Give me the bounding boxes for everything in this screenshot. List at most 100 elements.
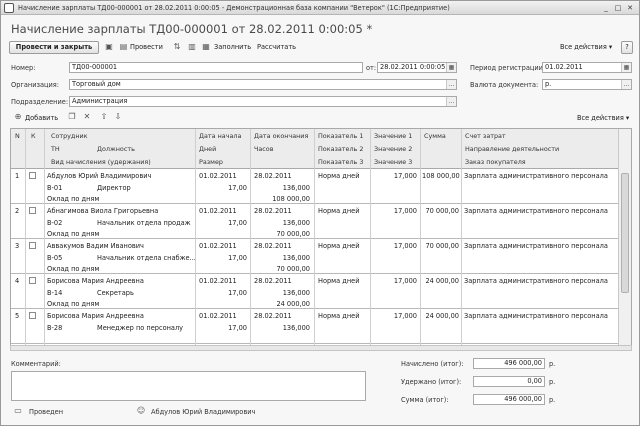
select-icon[interactable]: … — [621, 80, 631, 89]
accrual-type: Оклад по дням — [47, 265, 100, 273]
cost-account: Зарплата административного персонала — [464, 277, 608, 285]
period-label: Период регистрации: — [470, 64, 546, 72]
indicator-1: Норма дней — [318, 207, 360, 215]
department-field[interactable]: Администрация… — [69, 96, 457, 107]
header-direction[interactable]: Направление деятельности — [465, 145, 559, 153]
column-divider — [250, 129, 251, 348]
move-up-icon[interactable]: ⇧ — [99, 112, 109, 122]
header-tn[interactable]: ТН — [51, 145, 60, 153]
currency-unit: р. — [549, 360, 556, 368]
post-button[interactable]: Провести — [130, 43, 163, 51]
header-size[interactable]: Размер — [199, 158, 223, 166]
accrual-sum: 24 000,00 — [425, 277, 459, 285]
date-field[interactable]: 28.02.2011 0:00:05 ▦ — [377, 62, 457, 73]
horizontal-scrollbar[interactable] — [10, 345, 632, 351]
status-bar: ▭ Проведен ☺ Абдулов Юрий Владимирович — [1, 402, 639, 424]
organization-field[interactable]: Торговый дом… — [69, 79, 457, 90]
calendar-icon[interactable]: ▦ — [621, 63, 631, 72]
accrual-sum: 24 000,00 — [425, 312, 459, 320]
header-date-end[interactable]: Дата окончания — [254, 132, 308, 140]
header-value-1[interactable]: Значение 1 — [374, 132, 412, 140]
header-sum[interactable]: Сумма — [424, 132, 446, 140]
hours-worked: 136,000 — [282, 219, 310, 227]
row-checkbox[interactable] — [29, 277, 36, 284]
calculate-button[interactable]: Рассчитать — [257, 43, 296, 51]
fill-button[interactable]: Заполнить — [214, 43, 251, 51]
accrual-sum: 108 000,00 — [422, 172, 460, 180]
header-accrual-type[interactable]: Вид начисления (удержания) — [51, 158, 151, 166]
header-value-3[interactable]: Значение 3 — [374, 158, 412, 166]
accrued-total-value: 496 000,00 — [504, 359, 542, 367]
row-number: 2 — [15, 207, 20, 215]
row-checkbox[interactable] — [29, 312, 36, 319]
save-icon[interactable]: ▣ — [104, 42, 114, 52]
row-number: 3 — [15, 242, 20, 250]
employee-name: Борисова Мария Андреевна — [47, 277, 144, 285]
header-account[interactable]: Счет затрат — [465, 132, 506, 140]
currency-field[interactable]: р.… — [542, 79, 632, 90]
fill-icon[interactable]: ▦ — [201, 42, 211, 52]
posting-status: Проведен — [29, 408, 64, 416]
cost-account: Зарплата административного персонала — [464, 312, 608, 320]
table-all-actions-menu[interactable]: Все действия ▾ — [577, 114, 629, 122]
employee-position: Начальник отдела продаж — [97, 219, 191, 227]
employee-position: Менеджер по персоналу — [97, 324, 184, 332]
column-divider — [25, 129, 26, 348]
header-indicator-2[interactable]: Показатель 2 — [318, 145, 363, 153]
accrual-size: 108 000,00 — [272, 195, 310, 203]
number-field[interactable]: ТД00-000001 — [69, 62, 363, 73]
currency-label: Валюта документа: — [470, 81, 539, 89]
move-down-icon[interactable]: ⇩ — [113, 112, 123, 122]
copy-icon[interactable]: ❐ — [67, 112, 77, 122]
accrual-size: 24 000,00 — [276, 300, 310, 308]
maximize-icon[interactable]: □ — [613, 3, 623, 13]
calendar-icon[interactable]: ▦ — [446, 63, 456, 72]
window-title: Начисление зарплаты ТД00-000001 от 28.02… — [18, 4, 450, 12]
organization-label: Организация: — [11, 81, 59, 89]
select-icon[interactable]: … — [446, 97, 456, 106]
header-n: N — [15, 132, 20, 140]
header-customer-order[interactable]: Заказ покупателя — [465, 158, 526, 166]
value-1: 17,000 — [393, 312, 417, 320]
close-icon[interactable]: ✕ — [625, 3, 635, 13]
header-employee[interactable]: Сотрудник — [51, 132, 88, 140]
date-start: 01.02.2011 — [199, 312, 237, 320]
delete-icon[interactable]: ✕ — [82, 112, 92, 122]
indicator-1: Норма дней — [318, 277, 360, 285]
print-icon[interactable]: ▥ — [187, 42, 197, 52]
add-icon[interactable]: ⊕ — [13, 112, 23, 122]
days-worked: 17,00 — [228, 254, 247, 262]
movements-icon[interactable]: ⇅ — [171, 42, 183, 52]
comment-field[interactable] — [11, 371, 366, 401]
employee-tn: В-02 — [47, 219, 63, 227]
help-button[interactable]: ? — [621, 41, 633, 54]
header-date-start[interactable]: Дата начала — [199, 132, 241, 140]
header-days[interactable]: Дней — [199, 145, 216, 153]
period-field[interactable]: 01.02.2011 ▦ — [542, 62, 632, 73]
add-row-button[interactable]: Добавить — [25, 114, 58, 122]
date-end: 28.02.2011 — [254, 172, 292, 180]
row-checkbox[interactable] — [29, 242, 36, 249]
header-position[interactable]: Должность — [97, 145, 135, 153]
value-1: 17,000 — [393, 172, 417, 180]
header-hours[interactable]: Часов — [254, 145, 274, 153]
minimize-icon[interactable]: _ — [601, 3, 611, 13]
post-and-close-button[interactable]: Провести и закрыть — [9, 41, 99, 54]
vertical-scrollbar[interactable] — [618, 129, 631, 348]
header-indicator-1[interactable]: Показатель 1 — [318, 132, 363, 140]
employee-tn: В-01 — [47, 184, 63, 192]
scroll-thumb[interactable] — [621, 173, 629, 293]
document-window: Начисление зарплаты ТД00-000001 от 28.02… — [0, 0, 640, 426]
row-number: 5 — [15, 312, 20, 320]
post-document-icon[interactable]: ▤ — [119, 42, 128, 52]
row-checkbox[interactable] — [29, 207, 36, 214]
employee-tn: В-28 — [47, 324, 63, 332]
cost-account: Зарплата административного персонала — [464, 207, 608, 215]
row-checkbox[interactable] — [29, 172, 36, 179]
header-indicator-3[interactable]: Показатель 3 — [318, 158, 363, 166]
accrual-type: Оклад по дням — [47, 195, 100, 203]
select-icon[interactable]: … — [446, 80, 456, 89]
employee-tn: В-05 — [47, 254, 63, 262]
all-actions-menu[interactable]: Все действия ▾ — [560, 43, 612, 51]
header-value-2[interactable]: Значение 2 — [374, 145, 412, 153]
